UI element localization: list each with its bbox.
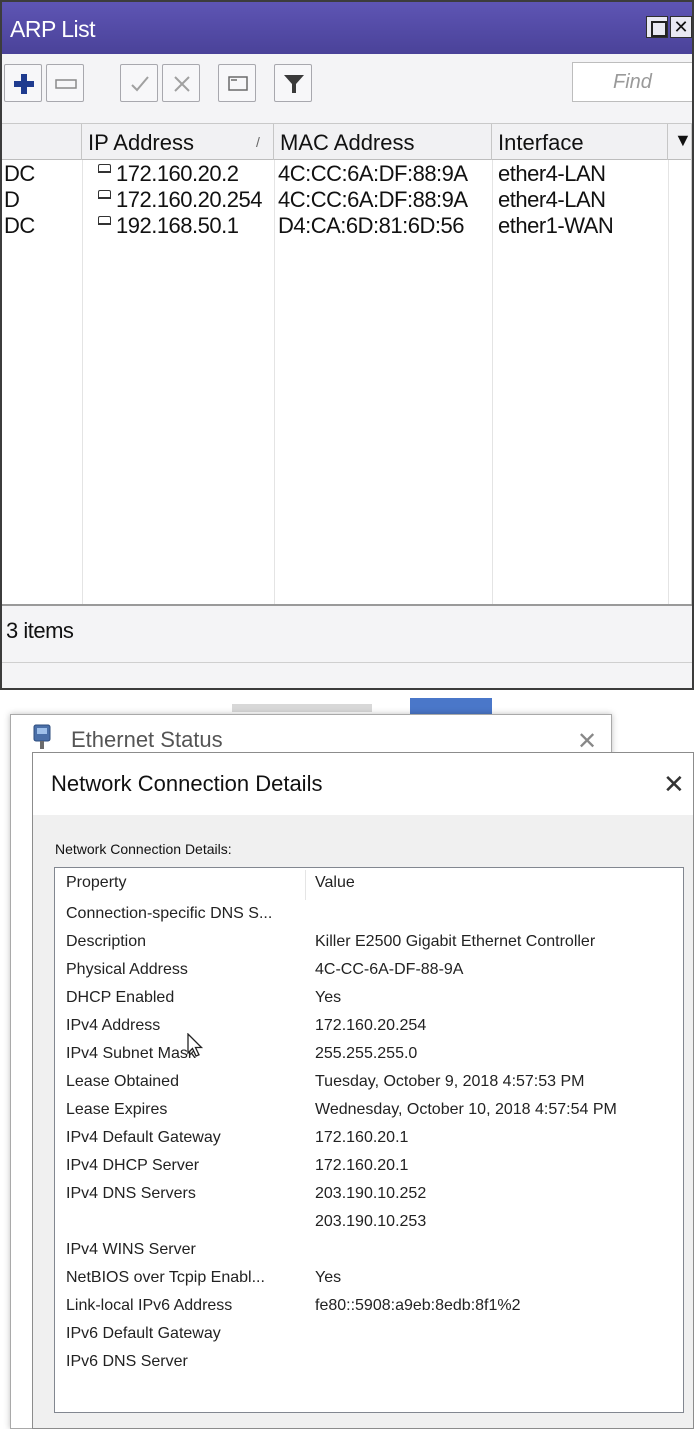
column-label: Interface xyxy=(498,130,584,155)
restore-button[interactable] xyxy=(646,16,668,38)
column-label: IP Address xyxy=(88,130,194,155)
property-value: 172.160.20.1 xyxy=(315,1157,409,1174)
property-name: Description xyxy=(66,933,147,950)
property-name: Lease Obtained xyxy=(66,1073,179,1090)
property-name: IPv6 DNS Server xyxy=(66,1353,188,1370)
mouse-pointer-icon xyxy=(187,1033,204,1057)
property-name: IPv4 Subnet Mask xyxy=(66,1045,196,1062)
property-value: Killer E2500 Gigabit Ethernet Controller xyxy=(315,933,596,950)
ip-text: 192.168.50.1 xyxy=(116,213,239,238)
background-window-fragment xyxy=(410,698,492,714)
toolbar: Find xyxy=(2,54,692,124)
property-name: IPv6 Default Gateway xyxy=(66,1325,221,1342)
details-label: Network Connection Details: xyxy=(55,841,232,857)
property-name: DHCP Enabled xyxy=(66,989,175,1006)
property-name: IPv4 DNS Servers xyxy=(66,1185,196,1202)
flags-column-header[interactable] xyxy=(2,124,82,160)
property-value: 4C-CC-6A-DF-88-9A xyxy=(315,961,464,978)
arp-list-window: ARP List ✕ Find IP Address / MAC Address… xyxy=(0,0,694,690)
property-name: Connection-specific DNS S... xyxy=(66,905,273,922)
property-value: 172.160.20.254 xyxy=(315,1017,427,1034)
property-value: fe80::5908:a9eb:8edb:8f1%2 xyxy=(315,1297,521,1314)
remove-icon xyxy=(55,79,77,89)
ip-text: 172.160.20.254 xyxy=(116,187,262,212)
sort-indicator: / xyxy=(256,134,260,150)
property-value: Wednesday, October 10, 2018 4:57:54 PM xyxy=(315,1101,617,1118)
ip-address-column-header[interactable]: IP Address / xyxy=(82,124,274,160)
flags-cell: DC xyxy=(4,213,35,238)
network-adapter-icon xyxy=(33,724,51,749)
property-value: 203.190.10.252 xyxy=(315,1185,427,1202)
ip-text: 172.160.20.2 xyxy=(116,161,239,186)
mac-cell: 4C:CC:6A:DF:88:9A xyxy=(278,161,468,186)
window-title: ARP List xyxy=(10,16,96,42)
add-button[interactable] xyxy=(4,64,42,102)
property-name: Link-local IPv6 Address xyxy=(66,1297,233,1314)
arp-titlebar[interactable]: ARP List ✕ xyxy=(2,2,692,54)
mac-address-column-header[interactable]: MAC Address xyxy=(274,124,492,160)
close-button[interactable]: ✕ xyxy=(670,16,692,38)
status-divider xyxy=(2,662,692,663)
background-window-fragment xyxy=(232,704,372,712)
property-name: IPv4 DHCP Server xyxy=(66,1157,200,1174)
interface-cell: ether1-WAN xyxy=(498,213,614,238)
enable-button[interactable] xyxy=(120,64,158,102)
mac-cell: 4C:CC:6A:DF:88:9A xyxy=(278,187,468,212)
flags-cell: D xyxy=(4,187,20,212)
comment-icon xyxy=(228,76,248,91)
details-close-button[interactable]: ✕ xyxy=(663,769,685,800)
property-value: Yes xyxy=(315,1269,342,1286)
value-column-header[interactable]: Value xyxy=(315,874,355,892)
filter-button[interactable] xyxy=(274,64,312,102)
flags-cell: DC xyxy=(4,161,35,186)
property-name: Physical Address xyxy=(66,961,188,978)
details-list[interactable]: Property Value Connection-specific DNS S… xyxy=(54,867,684,1413)
property-value: 255.255.255.0 xyxy=(315,1045,418,1062)
property-name: IPv4 Default Gateway xyxy=(66,1129,221,1146)
details-titlebar[interactable]: Network Connection Details ✕ xyxy=(33,753,693,815)
property-column-header[interactable]: Property xyxy=(66,874,126,892)
address-icon xyxy=(98,216,111,225)
add-icon xyxy=(14,74,34,94)
mac-cell: D4:CA:6D:81:6D:56 xyxy=(278,213,464,238)
table-row[interactable]: DC 192.168.50.1 D4:CA:6D:81:6D:56 ether1… xyxy=(2,213,691,242)
property-name: NetBIOS over Tcpip Enabl... xyxy=(66,1269,265,1286)
ip-cell: 172.160.20.2 xyxy=(98,161,239,187)
table-header: IP Address / MAC Address Interface ▼ xyxy=(2,124,692,160)
ip-cell: 192.168.50.1 xyxy=(98,213,239,239)
column-label: MAC Address xyxy=(280,130,415,155)
status-bar: 3 items xyxy=(2,604,692,688)
property-value: Yes xyxy=(315,989,342,1006)
interface-cell: ether4-LAN xyxy=(498,187,606,212)
details-title: Network Connection Details xyxy=(51,771,323,796)
disable-button[interactable] xyxy=(162,64,200,102)
interface-column-header[interactable]: Interface xyxy=(492,124,668,160)
comment-button[interactable] xyxy=(218,64,256,102)
arp-table: IP Address / MAC Address Interface ▼ DC … xyxy=(2,124,692,604)
property-value: 203.190.10.253 xyxy=(315,1213,427,1230)
filter-icon xyxy=(284,75,304,93)
network-connection-details-dialog: Network Connection Details ✕ Network Con… xyxy=(32,752,694,1429)
property-name: IPv4 Address xyxy=(66,1017,161,1034)
remove-button[interactable] xyxy=(46,64,84,102)
property-name: Lease Expires xyxy=(66,1101,168,1118)
find-input[interactable]: Find xyxy=(572,62,692,102)
property-value: 172.160.20.1 xyxy=(315,1129,409,1146)
interface-cell: ether4-LAN xyxy=(498,161,606,186)
address-icon xyxy=(98,190,111,199)
property-value: Tuesday, October 9, 2018 4:57:53 PM xyxy=(315,1073,585,1090)
column-menu-button[interactable]: ▼ xyxy=(668,124,692,160)
ip-cell: 172.160.20.254 xyxy=(98,187,262,213)
disable-icon xyxy=(174,76,190,92)
address-icon xyxy=(98,164,111,173)
ethernet-status-title: Ethernet Status xyxy=(71,727,223,752)
item-count: 3 items xyxy=(6,618,74,643)
header-divider xyxy=(305,870,306,900)
property-name: IPv4 WINS Server xyxy=(66,1241,196,1258)
enable-icon xyxy=(131,76,149,92)
